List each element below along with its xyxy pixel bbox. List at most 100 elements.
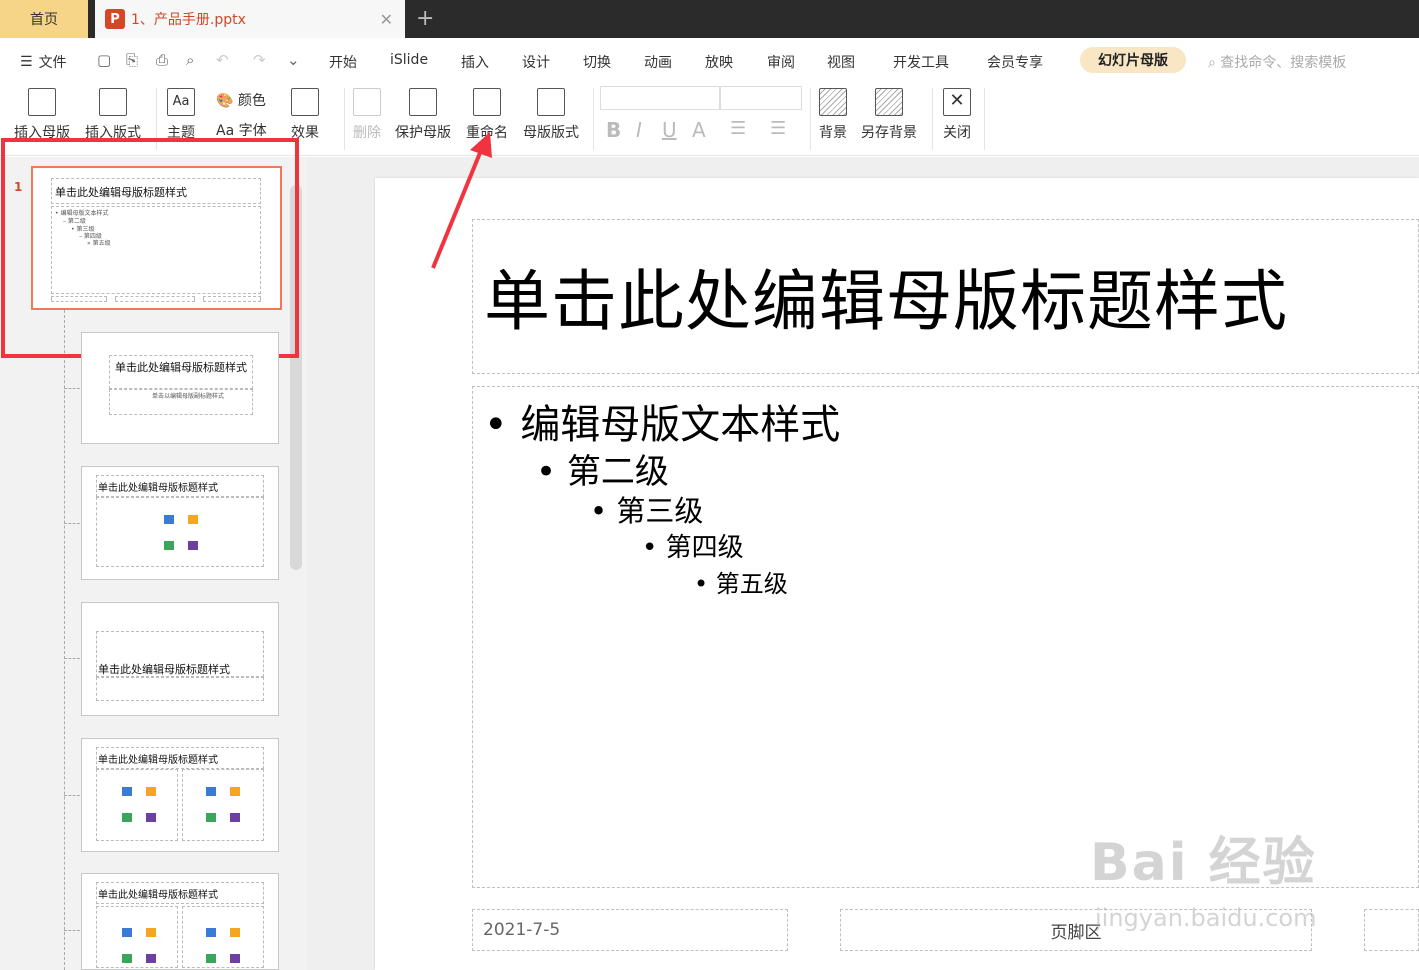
- thumbnail-layout-two-content[interactable]: 单击此处编辑母版标题样式: [81, 738, 279, 852]
- chart-icon: [188, 515, 198, 524]
- italic-icon[interactable]: I: [636, 118, 642, 142]
- video-icon: [230, 813, 240, 822]
- thumb-layout2-subtitle: 单击以编辑母版副标题样式: [152, 393, 225, 400]
- font-size-select[interactable]: [720, 86, 802, 110]
- slide-number-placeholder[interactable]: [1364, 909, 1419, 951]
- close-icon[interactable]: ✕: [380, 10, 393, 29]
- rename-button[interactable]: 重命名: [466, 88, 508, 142]
- menu-developer[interactable]: 开发工具: [893, 52, 949, 72]
- menu-islide[interactable]: iSlide: [390, 52, 428, 68]
- slide-title: 单击此处编辑母版标题样式: [484, 263, 1288, 340]
- background-button[interactable]: 背景: [819, 88, 847, 142]
- menu-design[interactable]: 设计: [522, 52, 550, 72]
- menu-file[interactable]: ☰ 文件: [20, 52, 67, 72]
- search-icon: ⌕: [1208, 55, 1216, 71]
- ribbon-divider: [810, 88, 811, 150]
- text-level-2: • 第二级: [536, 452, 669, 492]
- video-icon: [230, 954, 240, 963]
- color-label: 颜色: [237, 93, 266, 109]
- font-family-select[interactable]: [600, 86, 720, 110]
- menu-slide-master[interactable]: 幻灯片母版: [1080, 47, 1186, 73]
- thumbnail-layout-section[interactable]: 单击此处编辑母版标题样式: [81, 602, 279, 716]
- bullet-list-icon[interactable]: ☰: [730, 118, 746, 139]
- menu-review[interactable]: 审阅: [767, 52, 795, 72]
- bold-icon[interactable]: B: [606, 118, 621, 142]
- hamburger-icon: ☰: [20, 54, 33, 70]
- effect-icon: [291, 88, 319, 116]
- menu-insert[interactable]: 插入: [461, 52, 489, 72]
- thumb-right-placeholder: [182, 906, 264, 968]
- thumb-left-placeholder: [96, 906, 178, 968]
- search-placeholder: 查找命令、搜索模板: [1220, 55, 1347, 71]
- insert-master-button[interactable]: 插入母版: [14, 88, 70, 142]
- plus-icon[interactable]: +: [416, 6, 434, 31]
- thumb-left-placeholder: [96, 769, 178, 841]
- date-placeholder[interactable]: 2021-7-5: [472, 909, 788, 951]
- text-level-3: • 第三级: [590, 494, 704, 528]
- color-button[interactable]: 🎨 颜色: [216, 90, 266, 110]
- menu-slideshow[interactable]: 放映: [705, 52, 733, 72]
- master-layout-button[interactable]: 母版版式: [523, 88, 579, 142]
- thumb-layout4-title: 单击此处编辑母版标题样式: [98, 663, 230, 676]
- menu-animation[interactable]: 动画: [644, 52, 672, 72]
- theme-button[interactable]: Aa 主题: [167, 88, 195, 142]
- print-icon[interactable]: ⎙: [156, 51, 168, 69]
- background-icon: [819, 88, 847, 116]
- thumbnail-connector: [64, 658, 80, 659]
- chart-icon: [146, 787, 156, 796]
- insert-layout-icon: [99, 88, 127, 116]
- redo-icon[interactable]: ↷: [253, 51, 266, 69]
- rename-icon: [473, 88, 501, 116]
- menu-start[interactable]: 开始: [329, 52, 357, 72]
- search-box[interactable]: ⌕ 查找命令、搜索模板: [1208, 52, 1346, 72]
- thumbnail-layout-comparison[interactable]: 单击此处编辑母版标题样式: [81, 873, 279, 970]
- numbered-list-icon[interactable]: ☰: [770, 118, 786, 139]
- close-master-button[interactable]: ✕ 关闭: [943, 88, 971, 142]
- menu-view[interactable]: 视图: [827, 52, 855, 72]
- chart-icon: [146, 928, 156, 937]
- insert-layout-button[interactable]: 插入版式: [85, 88, 141, 142]
- delete-button[interactable]: 删除: [353, 88, 381, 142]
- tab-document[interactable]: P 1、产品手册.pptx ✕: [95, 0, 405, 38]
- menu-member[interactable]: 会员专享: [987, 52, 1043, 72]
- underline-icon[interactable]: U: [662, 118, 677, 142]
- print-preview-icon[interactable]: ⌕: [186, 51, 194, 69]
- text-level-4: • 第四级: [642, 533, 744, 563]
- font-label: 字体: [238, 123, 267, 139]
- baidu-watermark: Bai 经验: [1090, 833, 1317, 893]
- background-label: 背景: [819, 125, 847, 141]
- chevron-down-icon[interactable]: ⌄: [287, 51, 300, 69]
- chart-icon: [230, 928, 240, 937]
- export-icon[interactable]: ⎘: [126, 51, 138, 69]
- menu-bar: ☰ 文件 ▢ ⎘ ⎙ ⌕ ↶ ↷ ⌄ 开始 iSlide 插入 设计 切换 动画…: [0, 38, 1419, 82]
- video-icon: [146, 954, 156, 963]
- tab-home[interactable]: 首页: [0, 0, 88, 38]
- table-icon: [122, 954, 132, 963]
- font-color-icon[interactable]: A: [692, 118, 706, 142]
- ribbon-divider: [984, 88, 985, 150]
- thumbnail-layout-title[interactable]: 单击此处编辑母版标题样式 单击以编辑母版副标题样式: [81, 332, 279, 444]
- thumbnail-layout-content[interactable]: 单击此处编辑母版标题样式: [81, 466, 279, 580]
- text-level-2-label: 第二级: [566, 452, 669, 492]
- picture-icon: [122, 928, 132, 937]
- date-text: 2021-7-5: [483, 920, 561, 940]
- save-background-label: 另存背景: [861, 125, 917, 141]
- save-background-icon: [875, 88, 903, 116]
- ribbon-divider: [593, 88, 594, 150]
- protect-master-label: 保护母版: [395, 125, 451, 141]
- effect-button[interactable]: 效果: [291, 88, 319, 142]
- video-icon: [188, 541, 198, 550]
- thumb-body-placeholder: [96, 677, 264, 701]
- thumb-layout6-title: 单击此处编辑母版标题样式: [98, 890, 218, 901]
- pptx-icon: P: [105, 9, 125, 29]
- menu-transition[interactable]: 切换: [583, 52, 611, 72]
- delete-icon: [353, 88, 381, 116]
- thumbnail-connector: [64, 310, 65, 970]
- protect-master-button[interactable]: 保护母版: [395, 88, 451, 142]
- rename-label: 重命名: [466, 125, 508, 141]
- save-background-button[interactable]: 另存背景: [861, 88, 917, 142]
- font-button[interactable]: Aa 字体: [216, 120, 267, 140]
- save-icon[interactable]: ▢: [97, 51, 111, 69]
- undo-icon[interactable]: ↶: [216, 51, 229, 69]
- thumb-layout3-title: 单击此处编辑母版标题样式: [98, 483, 218, 494]
